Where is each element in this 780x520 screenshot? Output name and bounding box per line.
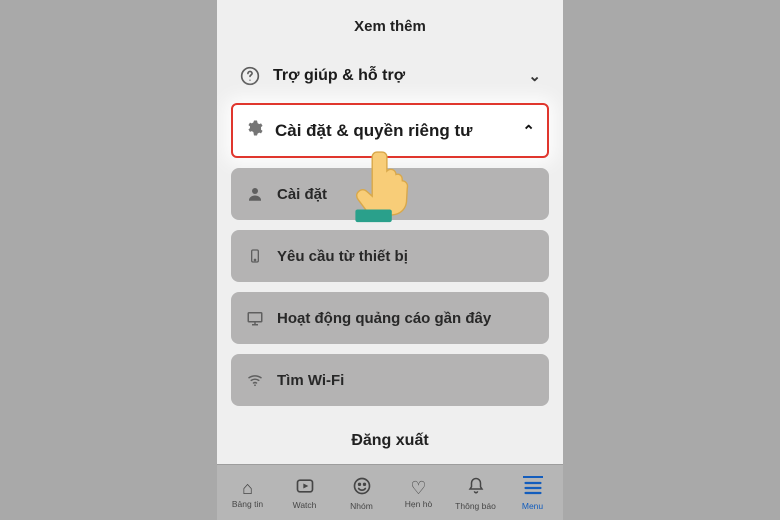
sub-label: Hoạt động quảng cáo gần đây bbox=[277, 310, 491, 327]
help-support-expander[interactable]: Trợ giúp & hỗ trợ ⌄ bbox=[231, 53, 549, 99]
sub-label: Yêu cầu từ thiết bị bbox=[277, 248, 408, 265]
device-requests-item[interactable]: Yêu cầu từ thiết bị bbox=[231, 230, 549, 282]
person-icon bbox=[245, 184, 265, 204]
tab-dating[interactable]: ♡ Hẹn hò bbox=[390, 479, 447, 509]
tab-feed[interactable]: ⌂ Bảng tin bbox=[219, 479, 276, 509]
heart-icon: ♡ bbox=[410, 479, 426, 497]
wifi-icon bbox=[245, 370, 265, 390]
bell-icon bbox=[467, 476, 485, 499]
tab-label: Bảng tin bbox=[232, 499, 263, 509]
tab-menu[interactable]: Menu bbox=[504, 476, 561, 511]
help-label: Trợ giúp & hỗ trợ bbox=[273, 67, 405, 85]
tab-label: Hẹn hò bbox=[405, 499, 432, 509]
phone-icon bbox=[245, 246, 265, 266]
chevron-up-icon: ⌃ bbox=[522, 122, 535, 140]
chevron-down-icon: ⌄ bbox=[528, 67, 541, 85]
settings-item[interactable]: Cài đặt bbox=[231, 168, 549, 220]
menu-scroll: Xem thêm Trợ giúp & hỗ trợ ⌄ Cài đặt & q… bbox=[217, 0, 563, 464]
settings-label: Cài đặt & quyền riêng tư bbox=[275, 121, 472, 141]
recent-ads-item[interactable]: Hoạt động quảng cáo gần đây bbox=[231, 292, 549, 344]
gear-icon bbox=[245, 119, 263, 142]
help-icon bbox=[239, 65, 261, 87]
phone-frame: Xem thêm Trợ giúp & hỗ trợ ⌄ Cài đặt & q… bbox=[217, 0, 563, 520]
see-more-button[interactable]: Xem thêm bbox=[231, 0, 549, 53]
tab-label: Watch bbox=[293, 500, 317, 510]
tab-groups[interactable]: Nhóm bbox=[333, 476, 390, 511]
sub-label: Cài đặt bbox=[277, 186, 327, 203]
watch-icon bbox=[295, 477, 315, 498]
menu-icon bbox=[523, 476, 543, 499]
tab-label: Menu bbox=[522, 501, 543, 511]
logout-button[interactable]: Đăng xuất bbox=[231, 416, 549, 460]
find-wifi-item[interactable]: Tìm Wi-Fi bbox=[231, 354, 549, 406]
tab-label: Nhóm bbox=[350, 501, 373, 511]
groups-icon bbox=[352, 476, 372, 499]
settings-privacy-expander[interactable]: Cài đặt & quyền riêng tư ⌃ bbox=[231, 103, 549, 158]
settings-sublist: Cài đặt Yêu cầu từ thiết bị Hoạt động qu… bbox=[231, 168, 549, 406]
bottom-tab-bar: ⌂ Bảng tin Watch Nhóm ♡ Hẹn hò Thông báo bbox=[217, 464, 563, 520]
tab-notifications[interactable]: Thông báo bbox=[447, 476, 504, 511]
screen-icon bbox=[245, 308, 265, 328]
tab-watch[interactable]: Watch bbox=[276, 477, 333, 510]
tab-label: Thông báo bbox=[455, 501, 496, 511]
sub-label: Tìm Wi-Fi bbox=[277, 372, 344, 389]
home-icon: ⌂ bbox=[242, 479, 253, 497]
